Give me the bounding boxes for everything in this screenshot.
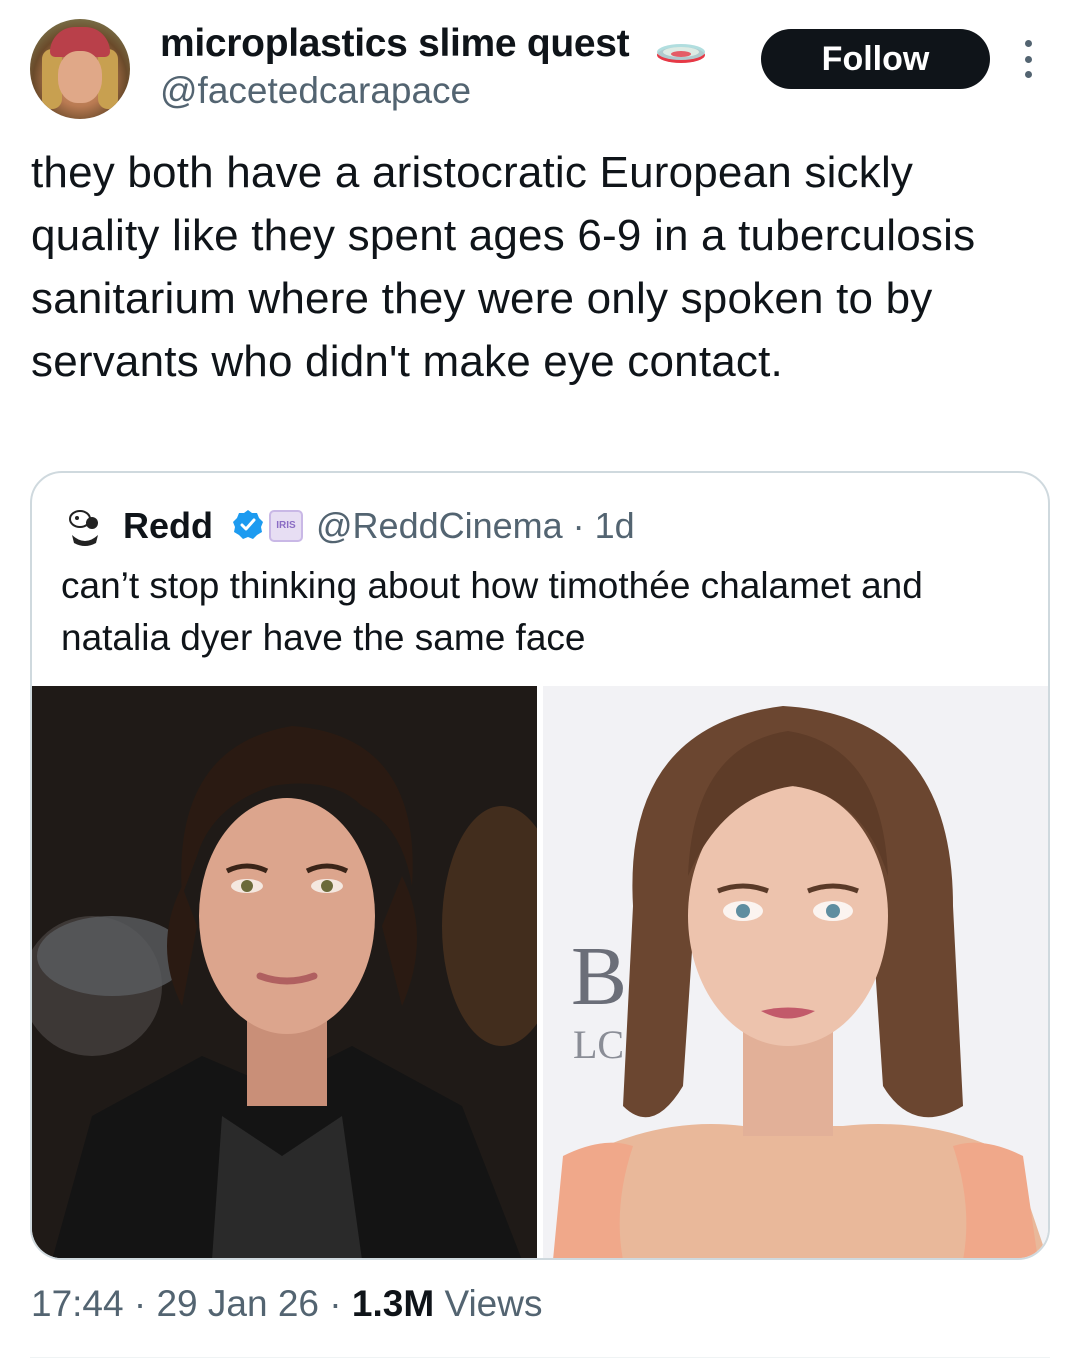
quoted-author-name[interactable]: Redd	[123, 505, 213, 547]
quoted-tweet-card[interactable]: Redd IRIS @ReddCinema · 1d can’t stop th…	[30, 471, 1050, 1260]
tweet-page: microplastics slime quest @facetedcarapa…	[0, 0, 1080, 1370]
tweet-timestamp-views[interactable]: 17:44 · 29 Jan 26 · 1.3M Views	[31, 1283, 542, 1325]
author-avatar[interactable]	[30, 19, 130, 119]
backdrop-letter: B	[571, 930, 627, 1023]
quoted-media-grid[interactable]: B LC	[32, 686, 1048, 1258]
affiliate-badge-icon[interactable]: IRIS	[269, 510, 303, 542]
dot	[1024, 40, 1032, 47]
tweet-body-text: they both have a aristocratic European s…	[31, 148, 976, 386]
quoted-author-avatar[interactable]	[62, 503, 108, 549]
dot	[1024, 71, 1032, 78]
photo-man-illustration	[32, 686, 537, 1258]
views-label: Views	[434, 1283, 543, 1324]
separator: ·	[123, 1283, 157, 1324]
author-handle[interactable]: @facetedcarapace	[160, 70, 471, 112]
quoted-handle-time[interactable]: @ReddCinema · 1d	[316, 505, 635, 547]
avatar-face	[58, 51, 102, 103]
quoted-tweet-text: can’t stop thinking about how timothée c…	[61, 565, 923, 658]
media-photo-right[interactable]: B LC	[543, 686, 1048, 1258]
tweet-time[interactable]: 17:44	[31, 1283, 124, 1324]
petri-dish-emoji-icon	[657, 44, 705, 63]
photo-woman-illustration: B LC	[543, 686, 1048, 1258]
views-count[interactable]: 1.3M	[352, 1283, 434, 1324]
more-options-icon[interactable]	[1016, 40, 1040, 78]
tweet-date[interactable]: 29 Jan 26	[156, 1283, 319, 1324]
media-photo-left[interactable]	[32, 686, 537, 1258]
backdrop-letter: LC	[573, 1022, 624, 1067]
author-display-name[interactable]: microplastics slime quest	[160, 22, 630, 66]
separator: ·	[319, 1283, 352, 1324]
verified-badge-icon	[233, 510, 263, 539]
dot	[1024, 55, 1032, 63]
divider	[30, 1357, 1050, 1358]
follow-button[interactable]: Follow	[761, 29, 990, 89]
